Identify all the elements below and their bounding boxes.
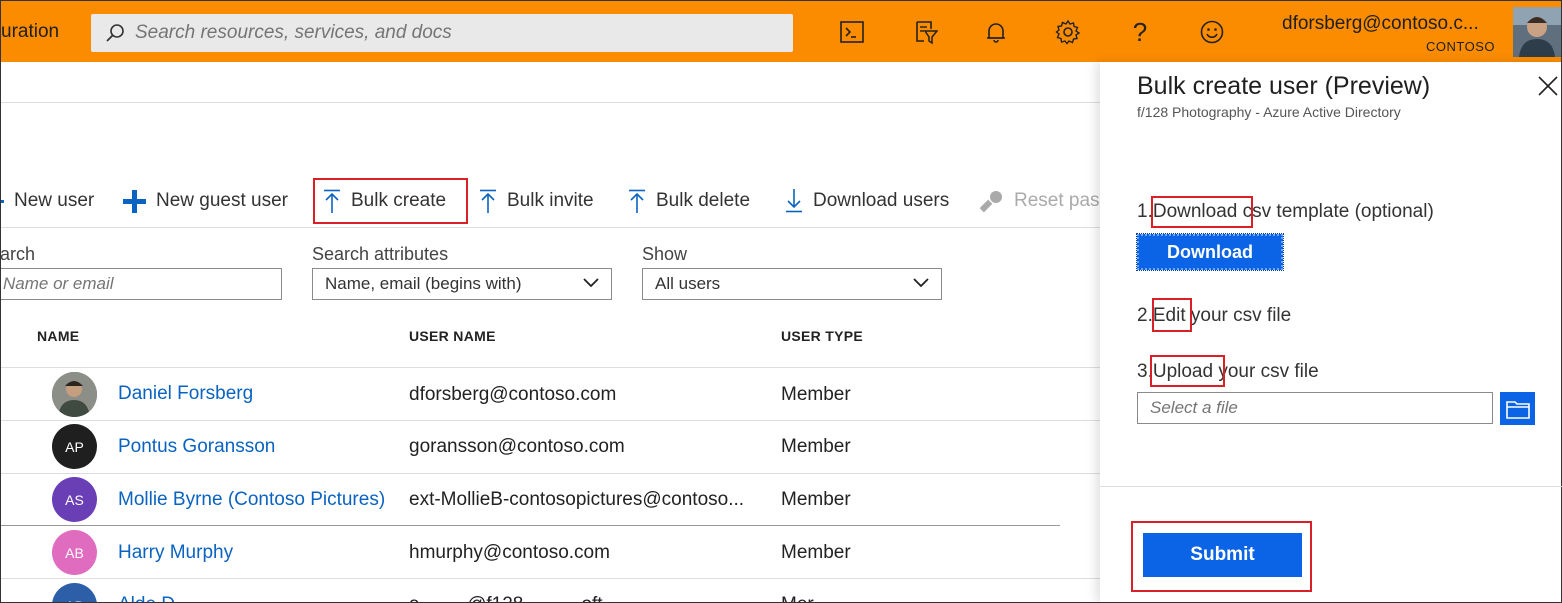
avatar: AB [52,583,97,603]
download-highlight [1151,196,1253,228]
smiley-icon[interactable] [1197,17,1227,47]
search-attributes-label: Search attributes [312,244,449,264]
frame-border [0,62,1,603]
help-icon[interactable]: ? [1125,17,1155,47]
download-icon [786,189,802,213]
column-header-user-type[interactable]: USER TYPE [781,328,863,344]
show-select[interactable]: All users [642,268,942,300]
step-description: your csv file [1218,361,1319,382]
upload-highlight [1150,355,1225,387]
user-avatar[interactable] [1513,7,1561,57]
browse-folder-button[interactable] [1500,392,1535,425]
user-type: Member [781,542,851,563]
reset-password-button[interactable]: Reset pass [980,180,1109,222]
download-template-button[interactable]: Download [1136,233,1284,271]
avatar [52,372,97,417]
command-divider [0,227,1100,228]
user-type: Member [781,436,851,457]
search-attributes-value: Name, email (begins with) [325,274,522,293]
user-principal-name: dforsberg@contoso.com [409,384,617,405]
panel-subtitle: f/128 Photography - Azure Active Directo… [1137,104,1401,120]
chevron-down-icon [913,278,929,288]
add-icon [123,189,146,213]
download-users-label: Download users [813,190,950,211]
breadcrumb[interactable]: uration [1,21,59,43]
table-row-divider [0,525,1060,526]
table-row-divider [0,420,1100,421]
bulk-create-highlight [313,178,468,224]
show-label: Show [642,244,688,264]
user-name-link[interactable]: Mollie Byrne (Contoso Pictures) [118,489,385,511]
user-email[interactable]: dforsberg@contoso.c... [1282,13,1479,35]
gear-icon[interactable] [1053,17,1083,47]
search-label: arch [0,244,36,264]
user-principal-name: ext-MollieB-contosopictures@contoso... [409,489,745,510]
close-icon[interactable] [1536,74,1560,98]
table-row-divider [0,578,1100,579]
user-org: CONTOSO [1426,39,1495,54]
user-name-link[interactable]: Harry Murphy [118,542,233,564]
download-users-button[interactable]: Download users [785,180,949,222]
bell-icon[interactable] [981,17,1011,47]
reset-password-label: Reset pass [1014,190,1110,211]
bulk-invite-button[interactable]: Bulk invite [479,180,594,222]
table-row-divider [0,473,1100,474]
new-guest-user-label: New guest user [156,190,289,211]
file-select-field[interactable] [1137,392,1493,424]
key-icon [980,191,1002,213]
avatar: AB [52,530,97,575]
column-header-name[interactable]: NAME [37,328,79,344]
user-name-link[interactable]: Daniel Forsberg [118,383,253,405]
new-user-button[interactable]: New user [0,180,94,222]
folder-icon [1505,400,1530,419]
bulk-delete-label: Bulk delete [656,190,751,211]
bulk-delete-button[interactable]: Bulk delete [628,180,750,222]
new-guest-user-button[interactable]: New guest user [123,180,288,222]
panel-title: Bulk create user (Preview) [1137,72,1431,100]
user-search-input[interactable] [3,274,281,294]
avatar: AS [52,477,97,522]
header-divider [0,102,1100,103]
search-icon [106,24,124,42]
user-principal-name: goransson@contoso.com [409,436,625,457]
bulk-invite-label: Bulk invite [507,190,594,211]
global-search-input[interactable] [135,14,775,52]
directory-filter-icon[interactable] [910,17,940,47]
file-select-input[interactable] [1150,398,1492,418]
step-description: your csv file [1190,305,1292,326]
bulk-create-panel: Bulk create user (Preview) f/128 Photogr… [1100,62,1562,603]
upload-icon [629,189,645,213]
user-search-field[interactable] [0,268,282,300]
panel-footer-divider [1100,486,1562,487]
column-header-user-name[interactable]: USER NAME [409,328,496,344]
step-number: 2. [1137,305,1153,326]
user-type: Member [781,384,851,405]
user-name-link[interactable]: Pontus Goransson [118,436,275,458]
chevron-down-icon [583,278,599,288]
show-value: All users [655,274,721,293]
cloud-shell-icon[interactable] [837,17,867,47]
top-bar: uration ? dforsberg@contoso.c... CONTOSO [0,0,1562,62]
user-principal-name: hmurphy@contoso.com [409,542,610,563]
step-description: csv template (optional) [1242,201,1434,222]
edit-highlight [1152,298,1192,332]
upload-icon [480,189,496,213]
user-type: Member [781,489,851,510]
search-attributes-select[interactable]: Name, email (begins with) [312,268,612,300]
avatar: AP [52,424,97,469]
global-search[interactable] [91,14,793,52]
new-user-label: New user [14,190,95,211]
table-divider [0,367,1100,368]
submit-highlight [1131,521,1312,592]
help-glyph: ? [1132,16,1148,47]
